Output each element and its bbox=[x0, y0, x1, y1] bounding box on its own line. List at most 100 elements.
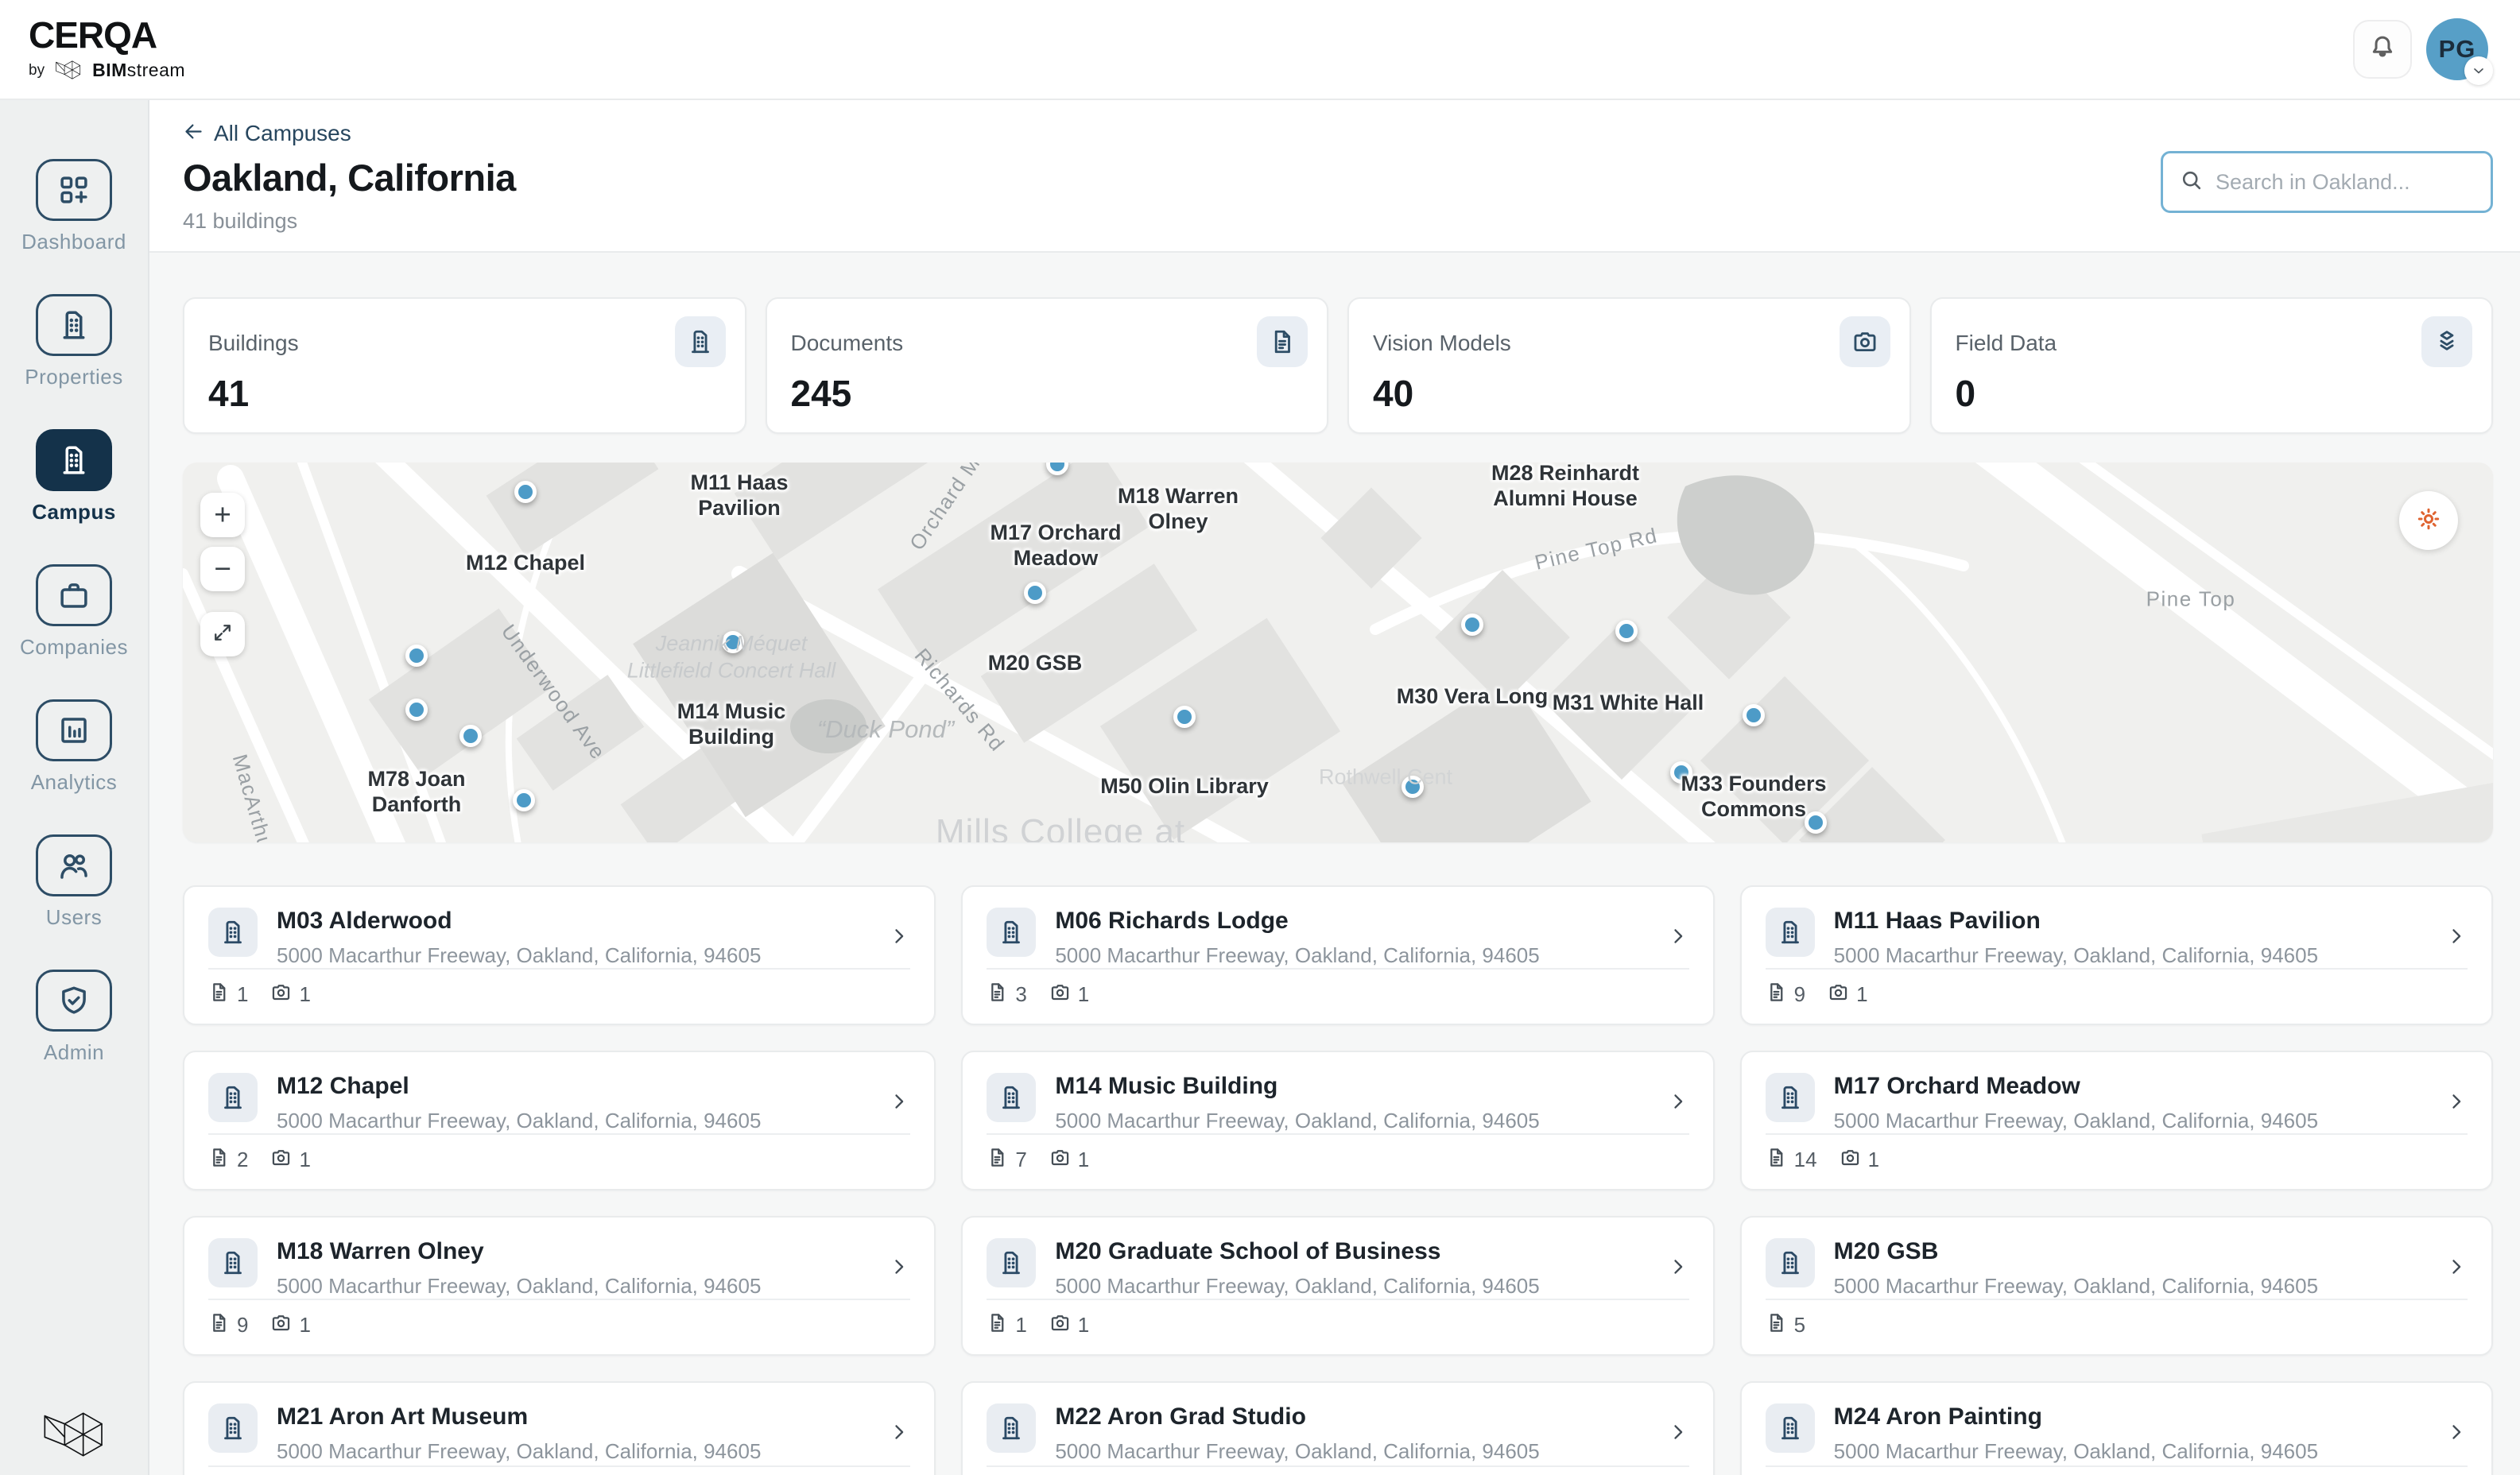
building-card[interactable]: M17 Orchard Meadow5000 Macarthur Freeway… bbox=[1740, 1051, 2493, 1190]
building-name: M24 Aron Painting bbox=[1834, 1403, 2318, 1430]
chevron-down-icon[interactable] bbox=[2464, 56, 2493, 85]
stat-label: Vision Models bbox=[1373, 331, 1886, 356]
photo-count: 1 bbox=[1828, 981, 1867, 1008]
map-marker[interactable] bbox=[459, 725, 482, 747]
map-marker[interactable] bbox=[722, 631, 744, 653]
map-marker[interactable] bbox=[405, 645, 428, 667]
building-card[interactable]: M06 Richards Lodge5000 Macarthur Freeway… bbox=[961, 885, 1714, 1025]
sidebar: Dashboard Properties Campus Companies Analyt… bbox=[0, 100, 149, 1475]
building-name: M20 Graduate School of Business bbox=[1055, 1238, 1539, 1265]
page-header: All Campuses Oakland, California 41 buil… bbox=[149, 100, 2520, 253]
map-zoom-out-button[interactable]: − bbox=[200, 547, 245, 591]
building-address: 5000 Macarthur Freeway, Oakland, Califor… bbox=[277, 1109, 761, 1133]
map-marker[interactable] bbox=[1670, 761, 1692, 784]
building-name: M21 Aron Art Museum bbox=[277, 1403, 761, 1430]
sidebar-item-dashboard[interactable]: Dashboard bbox=[21, 159, 126, 254]
building-icon bbox=[987, 1403, 1036, 1453]
building-address: 5000 Macarthur Freeway, Oakland, Califor… bbox=[277, 1274, 761, 1299]
building-address: 5000 Macarthur Freeway, Oakland, Califor… bbox=[1055, 1439, 1539, 1464]
map-canvas bbox=[183, 463, 2493, 842]
building-icon bbox=[987, 908, 1036, 957]
chevron-right-icon bbox=[2445, 1421, 2468, 1447]
building-card[interactable]: M20 Graduate School of Business5000 Maca… bbox=[961, 1216, 1714, 1356]
building-name: M18 Warren Olney bbox=[277, 1238, 761, 1265]
document-icon bbox=[987, 981, 1008, 1008]
search-input[interactable] bbox=[2216, 170, 2475, 195]
map-marker[interactable] bbox=[1805, 811, 1827, 834]
sidebar-item-label: Admin bbox=[44, 1040, 104, 1065]
sidebar-item-users[interactable]: Users bbox=[36, 834, 112, 930]
document-icon bbox=[208, 1147, 230, 1174]
building-address: 5000 Macarthur Freeway, Oakland, Califor… bbox=[1834, 1274, 2318, 1299]
logo-title: CERQA bbox=[29, 17, 185, 53]
building-address: 5000 Macarthur Freeway, Oakland, Califor… bbox=[1834, 1109, 2318, 1133]
map-marker[interactable] bbox=[513, 789, 535, 811]
camera-icon bbox=[1049, 981, 1071, 1008]
expand-icon bbox=[211, 617, 234, 651]
bimstream-footer-logo-icon bbox=[34, 1407, 114, 1462]
building-card[interactable]: M14 Music Building5000 Macarthur Freeway… bbox=[961, 1051, 1714, 1190]
photo-count: 1 bbox=[1049, 1147, 1089, 1174]
building-card[interactable]: M21 Aron Art Museum5000 Macarthur Freewa… bbox=[183, 1381, 936, 1475]
chevron-right-icon bbox=[1667, 1421, 1689, 1447]
building-card[interactable]: M18 Warren Olney 5000 Macarthur Freeway, … bbox=[183, 1216, 936, 1356]
stat-card-buildings: Buildings41 bbox=[183, 297, 746, 434]
map-controls: + − bbox=[200, 493, 245, 656]
building-icon bbox=[208, 908, 258, 957]
camera-icon bbox=[1828, 981, 1849, 1008]
map-marker[interactable] bbox=[514, 481, 537, 503]
chevron-right-icon bbox=[888, 1256, 910, 1282]
building-name: M12 Chapel bbox=[277, 1073, 761, 1100]
sidebar-item-analytics[interactable]: Analytics bbox=[31, 699, 118, 795]
document-icon bbox=[987, 1312, 1008, 1339]
sidebar-item-campus[interactable]: Campus bbox=[32, 429, 116, 525]
building-card[interactable]: M22 Aron Grad Studio5000 Macarthur Freew… bbox=[961, 1381, 1714, 1475]
map-fullscreen-button[interactable] bbox=[200, 612, 245, 656]
document-icon bbox=[1766, 981, 1787, 1008]
building-card[interactable]: M20 GSB5000 Macarthur Freeway, Oakland, … bbox=[1740, 1216, 2493, 1356]
map-style-toggle-button[interactable] bbox=[2399, 491, 2458, 550]
map-marker[interactable] bbox=[1743, 704, 1765, 726]
map-zoom-in-button[interactable]: + bbox=[200, 493, 245, 537]
building-card[interactable]: M03 Alderwood5000 Macarthur Freeway, Oak… bbox=[183, 885, 936, 1025]
building-icon bbox=[208, 1073, 258, 1122]
building-icon bbox=[675, 316, 726, 367]
sidebar-item-label: Campus bbox=[32, 500, 116, 525]
map-marker[interactable] bbox=[1615, 620, 1638, 642]
sidebar-item-admin[interactable]: Admin bbox=[36, 970, 112, 1065]
search-icon bbox=[2179, 168, 2204, 196]
app-logo: CERQA by BIMstream bbox=[29, 17, 185, 82]
campus-map[interactable]: M11 Haas PavilionM12 ChapelM18 Warren Ol… bbox=[183, 463, 2493, 842]
stat-label: Buildings bbox=[208, 331, 721, 356]
chevron-right-icon bbox=[888, 1421, 910, 1447]
map-marker[interactable] bbox=[1173, 706, 1196, 728]
camera-icon bbox=[1049, 1147, 1071, 1174]
photo-count: 1 bbox=[1840, 1147, 1879, 1174]
building-icon bbox=[208, 1238, 258, 1287]
sidebar-item-companies[interactable]: Companies bbox=[20, 564, 128, 660]
sidebar-item-properties[interactable]: Properties bbox=[25, 294, 123, 389]
building-address: 5000 Macarthur Freeway, Oakland, Califor… bbox=[1055, 943, 1539, 968]
map-marker[interactable] bbox=[1024, 582, 1046, 604]
sidebar-item-label: Dashboard bbox=[21, 230, 126, 254]
building-card[interactable]: M12 Chapel 5000 Macarthur Freeway, Oaklan… bbox=[183, 1051, 936, 1190]
map-marker[interactable] bbox=[405, 699, 428, 721]
building-card[interactable]: M11 Haas Pavilion5000 Macarthur Freeway,… bbox=[1740, 885, 2493, 1025]
breadcrumb-all-campuses[interactable]: All Campuses bbox=[183, 121, 351, 146]
map-marker[interactable] bbox=[1402, 776, 1424, 798]
document-count: 7 bbox=[987, 1147, 1026, 1174]
photo-count: 1 bbox=[270, 981, 310, 1008]
sidebar-item-label: Properties bbox=[25, 365, 123, 389]
building-icon bbox=[36, 294, 112, 356]
building-card[interactable]: M24 Aron Painting5000 Macarthur Freeway,… bbox=[1740, 1381, 2493, 1475]
document-count: 14 bbox=[1766, 1147, 1817, 1174]
building-icon bbox=[1766, 1238, 1815, 1287]
search-box bbox=[2161, 151, 2493, 213]
document-count: 3 bbox=[987, 981, 1026, 1008]
building-icon bbox=[36, 429, 112, 491]
map-marker[interactable] bbox=[1461, 614, 1483, 636]
chevron-right-icon bbox=[1667, 1256, 1689, 1282]
notifications-button[interactable] bbox=[2353, 20, 2412, 79]
document-icon bbox=[208, 1312, 230, 1339]
user-avatar[interactable]: PG bbox=[2426, 18, 2488, 80]
